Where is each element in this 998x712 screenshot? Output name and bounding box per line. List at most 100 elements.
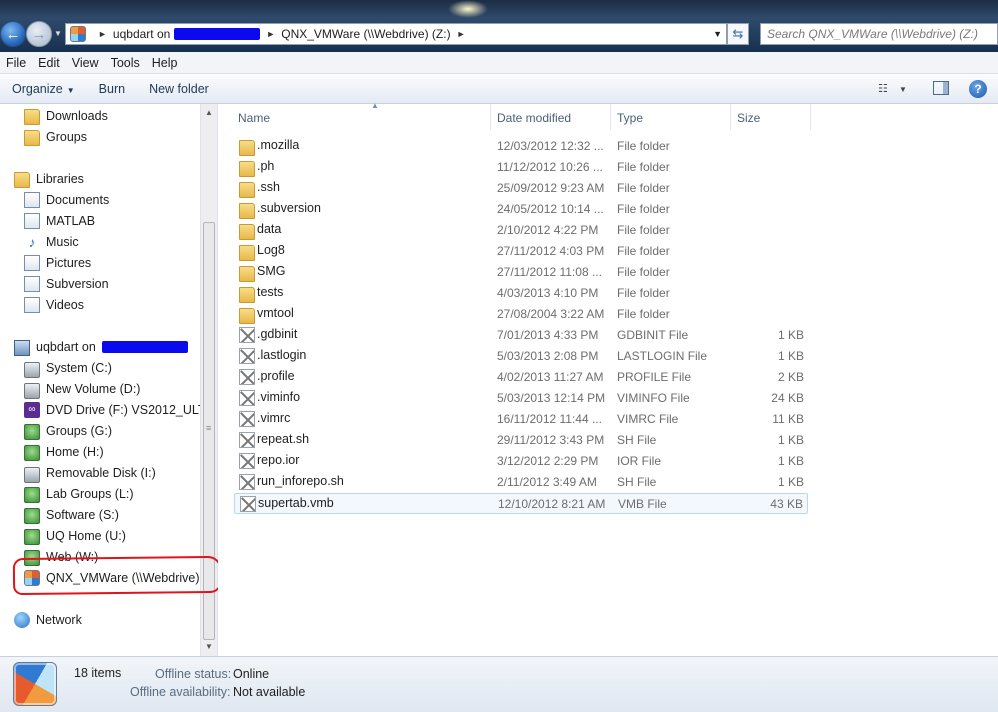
breadcrumb-current-drive[interactable]: QNX_VMWare (\\Webdrive) (Z:) [281,27,450,41]
help-icon[interactable]: ? [969,80,987,98]
nav-item-lab-groups-l[interactable]: Lab Groups (L:) [24,484,134,504]
nav-item-label: DVD Drive (F:) VS2012_ULT_M [46,403,200,417]
file-name: repeat.sh [257,432,310,446]
nav-item-subversion[interactable]: Subversion [24,274,109,294]
nav-item-dvd-drive-f[interactable]: ∞ DVD Drive (F:) VS2012_ULT_M [24,400,200,420]
refresh-button[interactable]: ⇆ [727,23,749,45]
organize-button[interactable]: Organize ▼ [0,82,87,96]
nav-item-label: UQ Home (U:) [46,529,126,543]
file-date-modified: 12/03/2012 12:32 ... [497,139,604,153]
nav-item-music[interactable]: ♪ Music [24,232,79,252]
column-header-size[interactable]: Size [733,104,811,130]
menu-help[interactable]: Help [146,56,184,70]
scroll-up-icon[interactable]: ▲ [205,108,213,117]
breadcrumb-computer[interactable]: uqbdart on [113,27,170,41]
column-header-type[interactable]: Type [613,104,731,130]
folder-icon [239,161,255,177]
file-row[interactable]: .ph 11/12/2012 10:26 ... File folder [234,157,808,178]
menu-file[interactable]: File [0,56,32,70]
change-view-button[interactable]: ☷ ▼ [878,82,907,95]
file-row[interactable]: data 2/10/2012 4:22 PM File folder [234,220,808,241]
file-name: tests [257,285,284,299]
nav-item-label: Removable Disk (I:) [46,466,156,480]
column-header-name[interactable]: Name ▲ [234,101,491,130]
file-row[interactable]: .subversion 24/05/2012 10:14 ... File fold… [234,199,808,220]
file-row[interactable]: .viminfo 5/03/2013 12:14 PM VIMINFO File 24… [234,388,808,409]
file-name: SMG [257,264,286,278]
file-size: 1 KB [777,433,804,447]
redacted-block [101,341,188,353]
nav-item-pictures[interactable]: Pictures [24,253,91,273]
details-view-icon: ☷ [878,83,888,95]
file-row[interactable]: Log8 27/11/2012 4:03 PM File folder [234,241,808,262]
breadcrumb-chevron-icon[interactable]: ► [457,29,466,39]
music-icon: ♪ [28,234,36,250]
breadcrumb-chevron-icon[interactable]: ► [266,29,275,39]
file-icon [240,496,256,512]
search-input[interactable]: Search QNX_VMWare (\\Webdrive) (Z:) [760,23,998,45]
file-name: .gdbinit [257,327,298,341]
nav-item-new-volume-d[interactable]: New Volume (D:) [24,379,140,399]
address-dropdown-icon[interactable]: ▼ [713,29,722,39]
nav-item-groups[interactable]: Groups [24,127,87,147]
back-button[interactable]: ← [0,21,26,47]
file-row[interactable]: supertab.vmb 12/10/2012 8:21 AM VMB File 43… [234,493,808,514]
nav-item-groups-g[interactable]: Groups (G:) [24,421,112,441]
command-toolbar: Organize ▼ Burn New folder ☷ ▼ ? [0,74,998,104]
file-row[interactable]: .profile 4/02/2013 11:27 AM PROFILE File 2 … [234,367,808,388]
file-type: File folder [617,307,670,321]
visual-studio-icon: ∞ [24,402,40,418]
nav-item-label: uqbdart on [36,340,96,354]
file-row[interactable]: tests 4/03/2013 4:10 PM File folder [234,283,808,304]
nav-item-home-h[interactable]: Home (H:) [24,442,104,462]
file-type: VIMINFO File [617,391,690,405]
file-icon [239,453,255,469]
menu-view[interactable]: View [66,56,105,70]
sort-ascending-icon: ▲ [371,101,379,110]
nav-item-network[interactable]: Network [14,610,82,630]
recent-pages-dropdown-icon[interactable]: ▼ [54,29,62,38]
file-name: .viminfo [257,390,301,404]
address-box[interactable]: ► uqbdart on ► QNX_VMWare (\\Webdrive) (… [65,23,727,45]
file-icon [239,474,255,490]
file-row[interactable]: .mozilla 12/03/2012 12:32 ... File folder [234,136,808,157]
file-row[interactable]: .lastlogin 5/03/2013 2:08 PM LASTLOGIN Fil… [234,346,808,367]
red-annotation-circle [12,555,223,596]
nav-item-uq-home-u[interactable]: UQ Home (U:) [24,526,126,546]
nav-item-label: Lab Groups (L:) [46,487,134,501]
file-row[interactable]: .gdbinit 7/01/2013 4:33 PM GDBINIT File 1 K… [234,325,808,346]
file-row[interactable]: .vimrc 16/11/2012 11:44 ... VIMRC File 11 K… [234,409,808,430]
folder-icon [239,140,255,156]
nav-item-documents[interactable]: Documents [24,190,109,210]
file-name: run_inforepo.sh [257,474,344,488]
nav-item-system-c[interactable]: System (C:) [24,358,112,378]
file-row[interactable]: .ssh 25/09/2012 9:23 AM File folder [234,178,808,199]
file-size: 11 KB [772,412,804,426]
nav-item-matlab[interactable]: MATLAB [24,211,95,231]
new-folder-button[interactable]: New folder [137,82,221,96]
file-row[interactable]: SMG 27/11/2012 11:08 ... File folder [234,262,808,283]
file-type: File folder [617,286,670,300]
scroll-down-icon[interactable]: ▼ [205,642,213,651]
file-type: LASTLOGIN File [617,349,708,363]
file-row[interactable]: repeat.sh 29/11/2012 3:43 PM SH File 1 KB [234,430,808,451]
preview-pane-button[interactable] [933,81,949,95]
nav-item-downloads[interactable]: Downloads [24,106,108,126]
file-type: VIMRC File [617,412,679,426]
file-row[interactable]: repo.ior 3/12/2012 2:29 PM IOR File 1 KB [234,451,808,472]
column-header-date[interactable]: Date modified [493,104,611,130]
file-row[interactable]: run_inforepo.sh 2/11/2012 3:49 AM SH File 1… [234,472,808,493]
burn-button[interactable]: Burn [87,82,137,96]
nav-item-videos[interactable]: Videos [24,295,84,315]
nav-item-software-s[interactable]: Software (S:) [24,505,119,525]
nav-item-computer[interactable]: uqbdart on [14,337,188,357]
breadcrumb-chevron-icon[interactable]: ► [98,29,107,39]
file-date-modified: 2/11/2012 3:49 AM [497,475,597,489]
menu-edit[interactable]: Edit [32,56,66,70]
menu-tools[interactable]: Tools [105,56,146,70]
file-date-modified: 25/09/2012 9:23 AM [497,181,605,195]
forward-button[interactable]: → [26,21,52,47]
nav-item-libraries[interactable]: Libraries [14,169,84,189]
file-row[interactable]: vmtool 27/08/2004 3:22 AM File folder [234,304,808,325]
nav-item-removable-i[interactable]: Removable Disk (I:) [24,463,156,483]
